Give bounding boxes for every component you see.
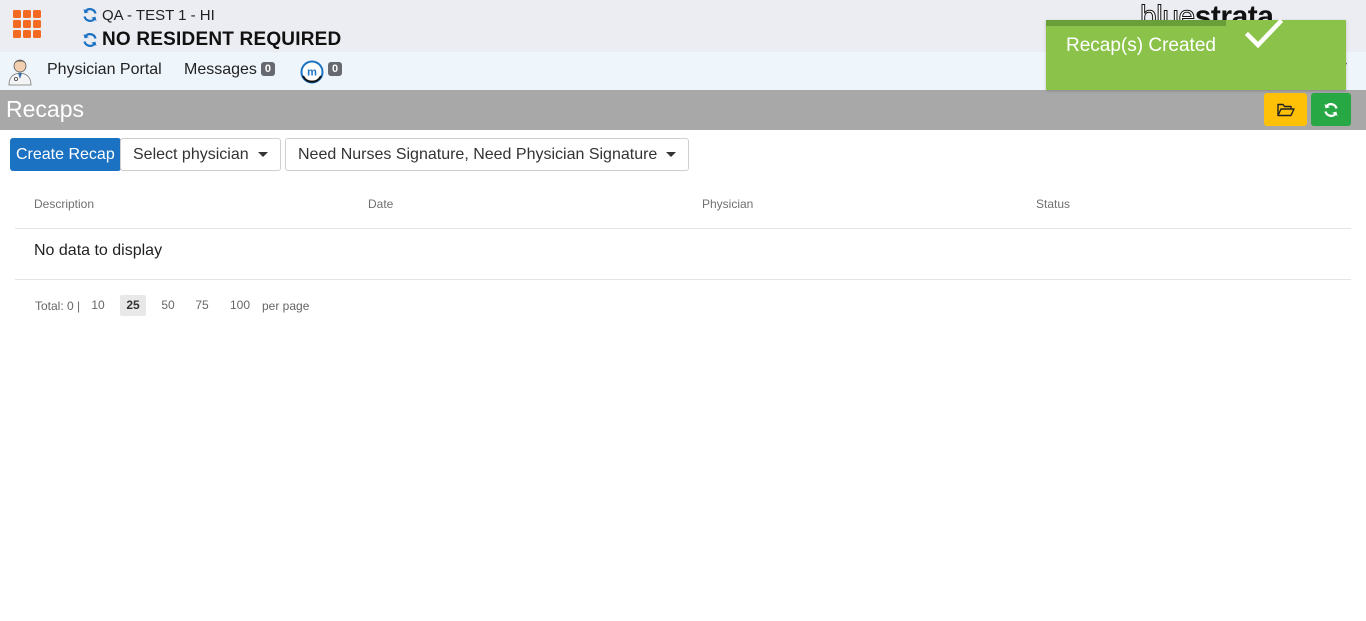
doctor-avatar-icon bbox=[8, 59, 32, 86]
refresh-icon bbox=[1324, 102, 1338, 117]
pager-total: Total: 0 | bbox=[35, 299, 81, 313]
physician-portal-link[interactable]: Physician Portal bbox=[47, 61, 162, 79]
messages-count-badge: 0 bbox=[260, 62, 276, 76]
page-size-25[interactable]: 25 bbox=[120, 295, 146, 316]
facility-name: QA - TEST 1 - HI bbox=[102, 6, 215, 24]
page-size-10[interactable]: 10 bbox=[86, 295, 110, 316]
svg-text:m: m bbox=[307, 67, 317, 79]
status-filter-select[interactable]: Need Nurses Signature, Need Physician Si… bbox=[285, 138, 690, 171]
facility-row: QA - TEST 1 - HI bbox=[82, 5, 215, 25]
success-toast[interactable]: Recap(s) Created bbox=[1046, 20, 1346, 90]
page-size-50[interactable]: 50 bbox=[156, 295, 180, 316]
sync-icon[interactable] bbox=[82, 7, 98, 23]
toast-message: Recap(s) Created bbox=[1066, 35, 1216, 56]
status-filter-value: Need Nurses Signature, Need Physician Si… bbox=[298, 146, 658, 163]
page-size-75[interactable]: 75 bbox=[190, 295, 214, 316]
column-header-date[interactable]: Date bbox=[368, 197, 393, 211]
resident-name: NO RESIDENT REQUIRED bbox=[102, 29, 342, 50]
physician-select[interactable]: Select physician bbox=[120, 138, 281, 171]
open-folder-button[interactable] bbox=[1264, 93, 1307, 126]
create-recap-button[interactable]: Create Recap bbox=[10, 138, 121, 171]
messages-label: Messages bbox=[184, 61, 257, 78]
empty-table-message: No data to display bbox=[34, 242, 163, 259]
page-title: Recaps bbox=[6, 96, 84, 122]
physician-select-value: Select physician bbox=[133, 146, 249, 163]
caret-down-icon bbox=[666, 152, 677, 157]
page-size-100[interactable]: 100 bbox=[225, 295, 255, 316]
caret-down-icon bbox=[257, 152, 268, 157]
table-header-divider bbox=[15, 228, 1351, 229]
apps-menu-icon[interactable] bbox=[13, 10, 41, 38]
resident-row: NO RESIDENT REQUIRED bbox=[82, 28, 341, 52]
title-bar: Recaps bbox=[0, 90, 1366, 130]
pager-suffix: per page bbox=[262, 299, 310, 313]
messages-link[interactable]: Messages 0 bbox=[184, 61, 276, 79]
m-count-badge: 0 bbox=[328, 62, 343, 76]
refresh-button[interactable] bbox=[1311, 93, 1351, 126]
sync-icon[interactable] bbox=[82, 32, 98, 48]
folder-open-icon bbox=[1276, 103, 1295, 116]
column-header-status[interactable]: Status bbox=[1036, 197, 1070, 211]
m-icon[interactable]: m bbox=[300, 60, 324, 84]
table-footer-divider bbox=[15, 279, 1351, 280]
checkmark-icon bbox=[1244, 18, 1284, 49]
column-header-description[interactable]: Description bbox=[34, 197, 94, 211]
column-header-physician[interactable]: Physician bbox=[702, 197, 753, 211]
